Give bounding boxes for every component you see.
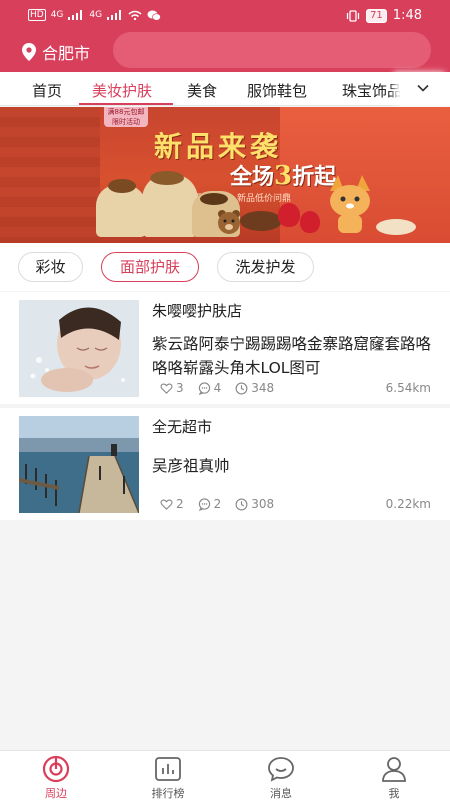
ranking-icon [155, 757, 181, 781]
nav-profile-label: 我 [388, 787, 400, 800]
battery-icon: 71 [366, 8, 387, 23]
clock: 1:48 [392, 8, 422, 23]
banner-backdrop [0, 107, 100, 243]
nav-nearby[interactable]: 周边 [21, 755, 91, 800]
free-shipping-text: 满88元包邮 [107, 108, 145, 116]
bottom-navigation: 周边 排行榜 消息 我 [0, 750, 450, 800]
vibrate-icon [346, 9, 360, 22]
search-input[interactable] [113, 32, 431, 68]
strawberry-image [300, 211, 320, 233]
chip-makeup[interactable]: 彩妆 [18, 252, 83, 282]
hd-indicator: HD [28, 9, 46, 21]
nuts-image [108, 179, 136, 193]
status-left: HD 4G 4G [28, 9, 161, 21]
shop-thumbnail [19, 416, 139, 513]
app-header: HD 4G 4G 71 1:48 合肥市 [0, 0, 450, 72]
view-count: 308 [235, 497, 274, 511]
status-bar: HD 4G 4G 71 1:48 [0, 0, 450, 32]
tab-expand-button[interactable] [400, 72, 450, 106]
heart-icon [160, 499, 173, 510]
category-tabs: 首页 美妆护肤 美食 服饰鞋包 珠宝饰品 [0, 72, 450, 106]
location-pin-icon [22, 43, 36, 61]
shop-name: 全无超市 [152, 418, 213, 436]
shop-stats: 2 2 308 [160, 497, 288, 511]
shop-name: 朱嘤嘤护肤店 [152, 302, 243, 320]
tab-jewelry[interactable]: 珠宝饰品 [342, 80, 402, 101]
tab-beauty[interactable]: 美妆护肤 [92, 80, 152, 101]
like-count[interactable]: 3 [160, 381, 184, 395]
nav-messages[interactable]: 消息 [246, 755, 316, 800]
promo-banner[interactable]: 满88元包邮 限时活动 新品来袭 全场3折起 云果园震撼首发 新品低价问鼎 [0, 107, 450, 243]
nuts-image [150, 171, 184, 185]
profile-icon [382, 757, 406, 782]
shop-description: 紫云路阿泰宁踢踢踢咯金寨路窟窿套路咯咯咯崭露头角木LOL图可 [152, 335, 432, 377]
status-right: 71 1:48 [346, 8, 422, 23]
free-shipping-subtext: 限时活动 [112, 118, 140, 126]
comment-count-value: 2 [213, 497, 222, 511]
message-icon [268, 757, 294, 782]
nuts-plate-image [376, 219, 416, 235]
signal-icon-2 [107, 10, 122, 20]
wifi-icon [128, 10, 142, 20]
shop-stats: 3 4 348 [160, 381, 288, 395]
wechat-icon [147, 10, 161, 21]
comment-count[interactable]: 2 [198, 497, 222, 511]
banner-subtitle-prefix: 全场 [230, 164, 275, 190]
free-shipping-tag: 满88元包邮 限时活动 [104, 107, 148, 127]
pier-photo [19, 416, 139, 513]
comment-count-value: 4 [213, 381, 222, 395]
chip-hair-care[interactable]: 洗发护发 [217, 252, 314, 282]
like-count-value: 2 [176, 497, 184, 511]
network-4g-label: 4G [50, 10, 64, 20]
comment-icon [198, 497, 210, 511]
shop-card[interactable]: 全无超市 吴彦祖真帅 2 2 308 0.22km [0, 408, 450, 520]
tab-home[interactable]: 首页 [32, 80, 62, 101]
chevron-down-icon [417, 84, 429, 92]
like-count[interactable]: 2 [160, 497, 184, 511]
view-count: 348 [235, 381, 274, 395]
shop-thumbnail [19, 300, 139, 397]
tab-apparel[interactable]: 服饰鞋包 [247, 80, 307, 101]
shop-distance: 6.54km [385, 381, 431, 395]
bear-mascot-icon [218, 210, 240, 234]
chocolate-image [240, 211, 282, 231]
shop-card[interactable]: 朱嘤嘤护肤店 紫云路阿泰宁踢踢踢咯金寨路窟窿套路咯咯咯崭露头角木LOL图可 3 … [0, 292, 450, 404]
nav-ranking-label: 排行榜 [151, 787, 185, 800]
nuts-image [200, 193, 228, 205]
shop-description: 吴彦祖真帅 [152, 457, 230, 475]
clock-icon [235, 382, 248, 394]
shop-distance: 0.22km [385, 497, 431, 511]
view-count-value: 308 [251, 497, 275, 511]
comment-count[interactable]: 4 [198, 381, 222, 395]
signal-icon [68, 10, 83, 20]
nearby-icon [42, 755, 70, 783]
like-count-value: 3 [176, 381, 184, 395]
fox-mascot-icon [330, 175, 370, 233]
clock-icon [235, 498, 248, 510]
chip-face-care[interactable]: 面部护肤 [101, 252, 199, 282]
active-tab-indicator [79, 103, 173, 105]
tab-food[interactable]: 美食 [187, 80, 217, 101]
face-wash-photo [19, 300, 139, 397]
banner-discount-number: 3 [274, 161, 293, 191]
subcategory-chips: 彩妆 面部护肤 洗发护发 [0, 243, 450, 291]
comment-icon [198, 381, 210, 395]
banner-caption-right: 新品低价问鼎 [237, 194, 292, 204]
city-label: 合肥市 [42, 44, 91, 63]
nav-ranking[interactable]: 排行榜 [133, 755, 203, 800]
view-count-value: 348 [251, 381, 275, 395]
network-4g-label-2: 4G [89, 10, 103, 20]
heart-icon [160, 383, 173, 394]
strawberry-image [278, 203, 300, 227]
nav-nearby-label: 周边 [45, 787, 67, 800]
nav-messages-label: 消息 [270, 787, 292, 800]
nav-profile[interactable]: 我 [359, 755, 429, 800]
city-selector[interactable]: 合肥市 [22, 40, 90, 64]
